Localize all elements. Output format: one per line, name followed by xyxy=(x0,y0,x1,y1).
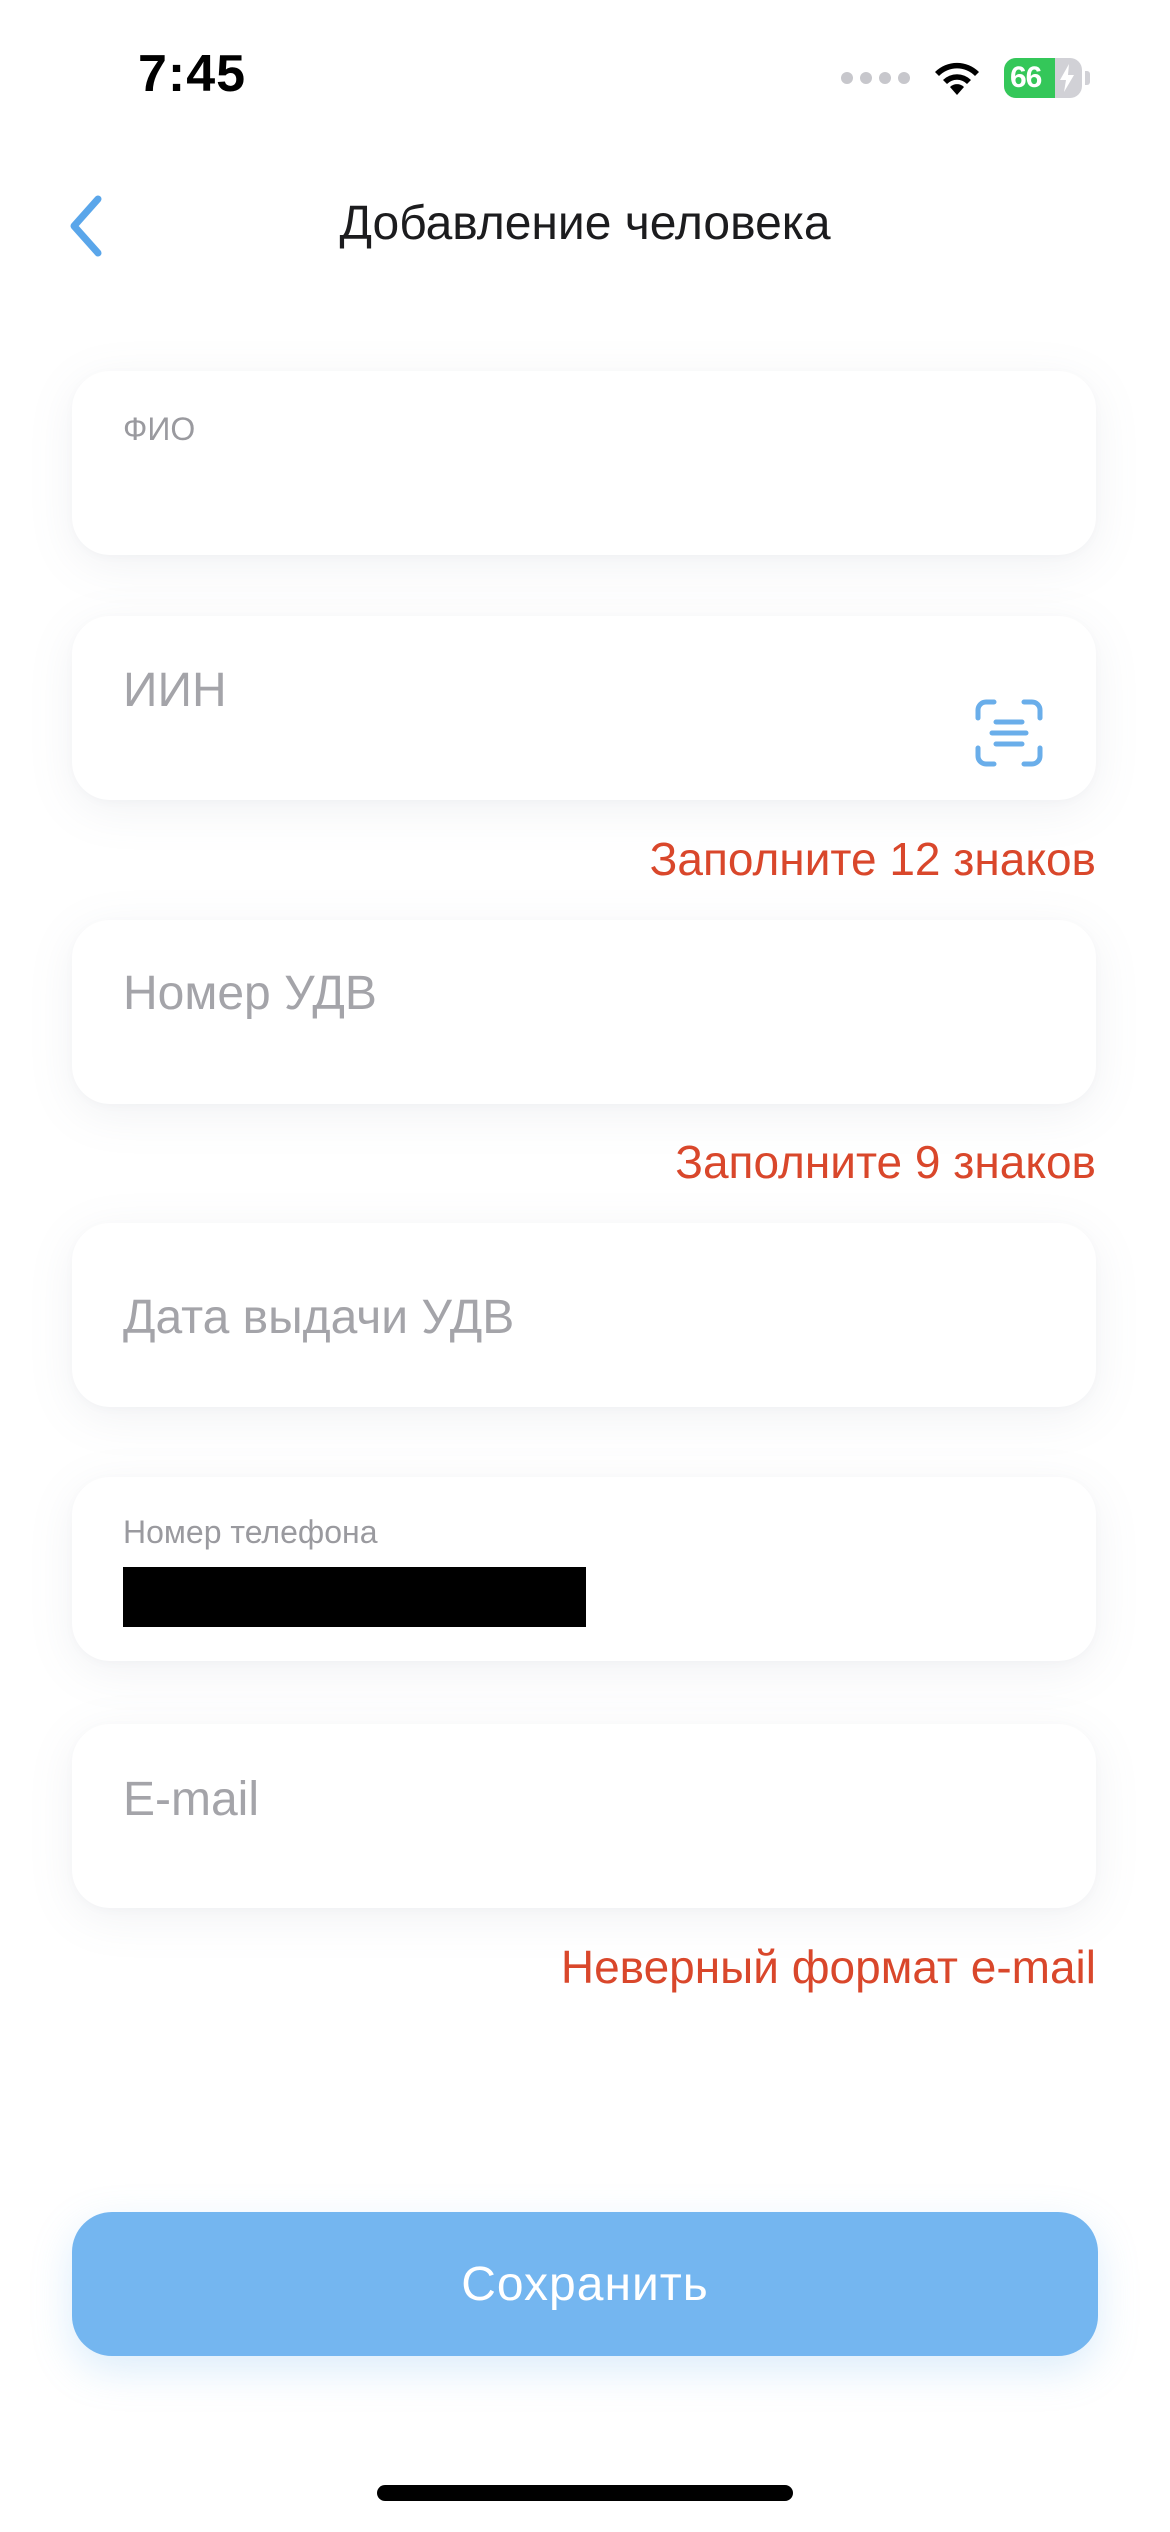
id-number-placeholder: Номер УДВ xyxy=(123,967,377,1020)
status-time: 7:45 xyxy=(138,45,247,103)
full-name-label: ФИО xyxy=(123,411,196,447)
iin-error: Заполните 12 знаков xyxy=(649,833,1096,885)
iin-placeholder: ИИН xyxy=(123,664,227,717)
scan-icon[interactable] xyxy=(974,698,1044,768)
email-error: Неверный формат e-mail xyxy=(560,1941,1096,1993)
phone-field[interactable]: Номер телефона xyxy=(72,1477,1096,1661)
id-issue-date-placeholder: Дата выдачи УДВ xyxy=(123,1291,515,1344)
id-number-error: Заполните 9 знаков xyxy=(675,1136,1096,1188)
wifi-icon xyxy=(935,62,979,95)
page-title: Добавление человека xyxy=(339,197,831,250)
full-name-field[interactable]: ФИО xyxy=(72,371,1096,555)
screen: 7:45 66 Добавление человека ФИО ИИН Запо… xyxy=(0,0,1170,2532)
phone-value-redacted xyxy=(123,1567,586,1627)
id-number-field[interactable]: Номер УДВ xyxy=(72,920,1096,1104)
save-button-label: Сохранить xyxy=(461,2257,709,2311)
phone-label: Номер телефона xyxy=(123,1514,378,1550)
iin-field[interactable]: ИИН xyxy=(72,616,1096,800)
battery-charging-icon: 66 xyxy=(1004,58,1082,98)
status-icons: 66 xyxy=(841,54,1090,102)
signal-dots-icon xyxy=(841,72,910,84)
id-issue-date-field[interactable]: Дата выдачи УДВ xyxy=(72,1223,1096,1407)
save-button[interactable]: Сохранить xyxy=(72,2212,1098,2356)
bolt-icon xyxy=(1060,64,1074,92)
email-field[interactable]: E-mail xyxy=(72,1724,1096,1908)
battery-cap xyxy=(1085,71,1090,85)
email-placeholder: E-mail xyxy=(123,1773,260,1826)
battery-level: 66 xyxy=(1010,61,1042,94)
home-indicator xyxy=(377,2485,793,2501)
